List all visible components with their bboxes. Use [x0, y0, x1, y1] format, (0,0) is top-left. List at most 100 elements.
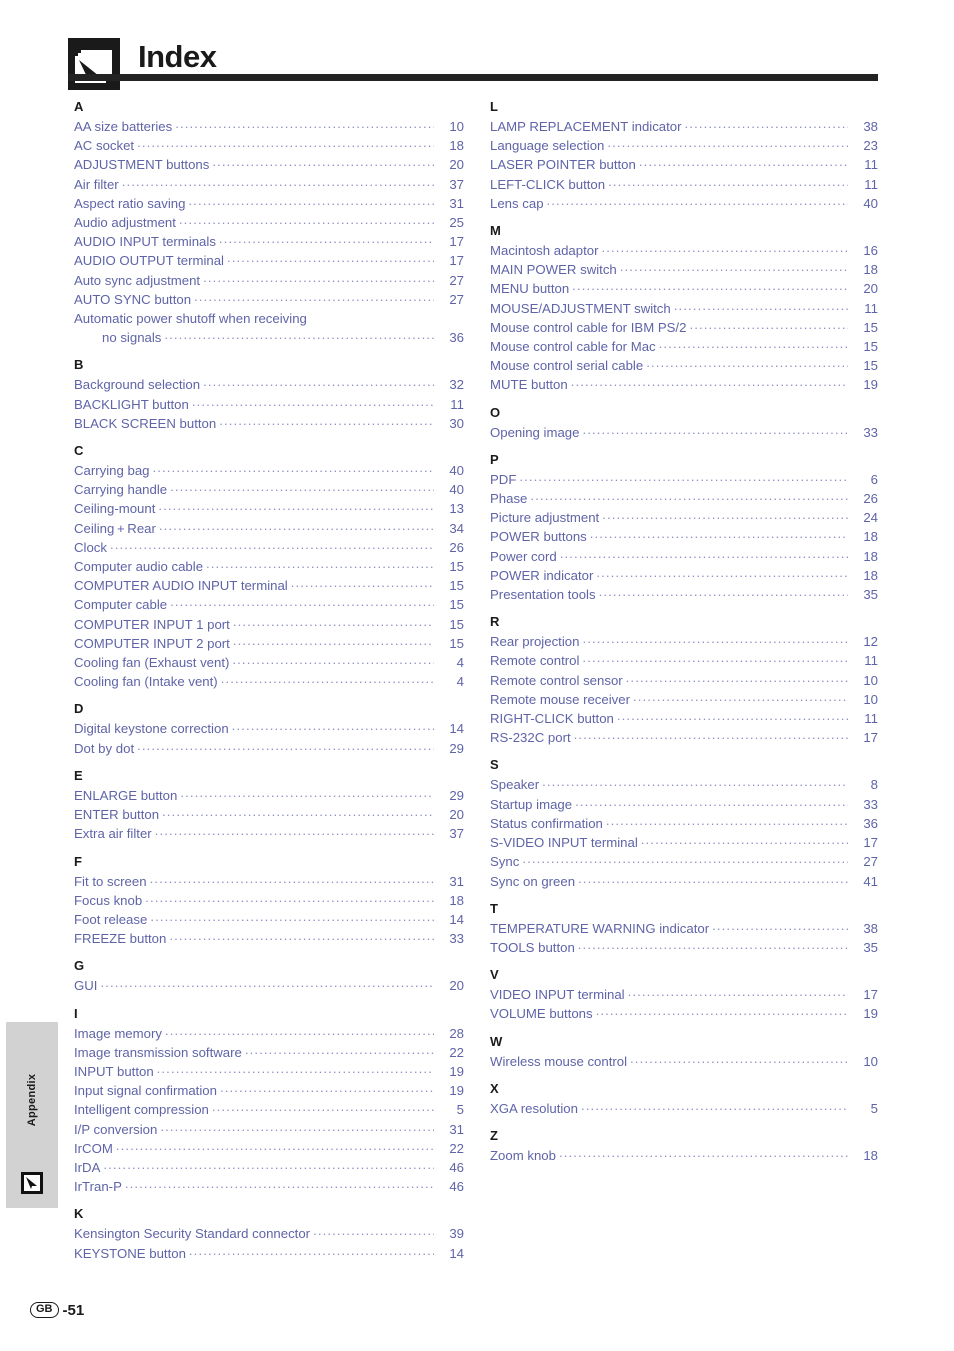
index-entry[interactable]: COMPUTER INPUT 2 port 15 [74, 634, 464, 653]
index-entry[interactable]: LEFT-CLICK button 11 [490, 175, 878, 194]
index-entry[interactable]: Aspect ratio saving 31 [74, 194, 464, 213]
index-entry[interactable]: Remote control sensor 10 [490, 671, 878, 690]
index-entry[interactable]: Mouse control serial cable 15 [490, 356, 878, 375]
index-entry[interactable]: Input signal confirmation 19 [74, 1081, 464, 1100]
index-entry[interactable]: MENU button 20 [490, 279, 878, 298]
index-entry[interactable]: Power cord 18 [490, 547, 878, 566]
index-entry[interactable]: Extra air filter 37 [74, 824, 464, 843]
index-entry-leader-dots [620, 260, 848, 274]
index-entry[interactable]: TEMPERATURE WARNING indicator 38 [490, 919, 878, 938]
index-entry-leader-dots [581, 1099, 848, 1113]
index-entry-leader-dots [578, 872, 848, 886]
index-entry[interactable]: Cooling fan (Exhaust vent) 4 [74, 653, 464, 672]
index-entry[interactable]: FREEZE button 33 [74, 929, 464, 948]
index-entry[interactable]: Fit to screen 31 [74, 872, 464, 891]
index-entry[interactable]: BLACK SCREEN button 30 [74, 414, 464, 433]
letter-heading: E [74, 767, 83, 783]
index-entry[interactable]: Language selection 23 [490, 136, 878, 155]
index-entry[interactable]: IrDA 46 [74, 1158, 464, 1177]
index-entry[interactable]: Image transmission software 22 [74, 1043, 464, 1062]
index-entry[interactable]: Foot release 14 [74, 910, 464, 929]
index-entry[interactable]: AUDIO INPUT terminals 17 [74, 232, 464, 251]
index-entry[interactable]: Zoom knob 18 [490, 1146, 878, 1165]
index-entry[interactable]: Dot by dot 29 [74, 739, 464, 758]
index-entry[interactable]: Automatic power shutoff when receiving [74, 309, 464, 328]
index-entry[interactable]: RS-232C port 17 [490, 728, 878, 747]
index-entry[interactable]: GUI 20 [74, 976, 464, 995]
index-entry[interactable]: Presentation tools 35 [490, 585, 878, 604]
index-entry-label: Startup image [490, 796, 573, 812]
index-entry[interactable]: Mouse control cable for IBM PS/2 15 [490, 318, 878, 337]
letter-heading: M [490, 223, 501, 239]
index-entry[interactable]: Lens cap 40 [490, 194, 878, 213]
appendix-side-tab[interactable]: Appendix [6, 1022, 58, 1208]
index-entry[interactable]: S-VIDEO INPUT terminal 17 [490, 833, 878, 852]
index-entry[interactable]: Macintosh adaptor 16 [490, 241, 878, 260]
index-entry[interactable]: Background selection 32 [74, 375, 464, 394]
index-entry[interactable]: BACKLIGHT button 11 [74, 395, 464, 414]
index-entry[interactable]: TOOLS button 35 [490, 938, 878, 957]
index-entry-page-number: 14 [449, 721, 464, 737]
index-entry[interactable]: Sync on green 41 [490, 872, 878, 891]
index-entry[interactable]: Mouse control cable for Mac 15 [490, 337, 878, 356]
index-entry[interactable]: Air filter 37 [74, 175, 464, 194]
index-entry[interactable]: ENLARGE button 29 [74, 786, 464, 805]
index-entry-label: Extra air filter [74, 826, 152, 842]
index-entry[interactable]: Speaker 8 [490, 775, 878, 794]
index-entry[interactable]: I/P conversion 31 [74, 1120, 464, 1139]
index-entry[interactable]: POWER buttons 18 [490, 527, 878, 546]
index-entry[interactable]: RIGHT-CLICK button 11 [490, 709, 878, 728]
index-entry[interactable]: Remote control 11 [490, 651, 878, 670]
index-entry[interactable]: AUTO SYNC button 27 [74, 290, 464, 309]
index-entry[interactable]: COMPUTER INPUT 1 port 15 [74, 615, 464, 634]
index-entry[interactable]: Sync 27 [490, 852, 878, 871]
index-entry[interactable]: KEYSTONE button 14 [74, 1244, 464, 1263]
index-entry[interactable]: Cooling fan (Intake vent) 4 [74, 672, 464, 691]
index-entry[interactable]: PDF 6 [490, 470, 878, 489]
letter-group: MMacintosh adaptor16MAIN POWER switch18M… [490, 224, 878, 395]
index-entry[interactable]: Carrying bag 40 [74, 461, 464, 480]
index-entry[interactable]: Computer cable 15 [74, 595, 464, 614]
index-entry[interactable]: POWER indicator 18 [490, 566, 878, 585]
index-entry[interactable]: LASER POINTER button 11 [490, 155, 878, 174]
index-entry-label: Remote control sensor [490, 672, 623, 688]
index-entry[interactable]: Rear projection 12 [490, 632, 878, 651]
index-entry[interactable]: Digital keystone correction 14 [74, 719, 464, 738]
index-entry-label: AC socket [74, 138, 135, 154]
index-entry[interactable]: Carrying handle 40 [74, 480, 464, 499]
index-entry[interactable]: Auto sync adjustment 27 [74, 271, 464, 290]
index-entry[interactable]: VIDEO INPUT terminal 17 [490, 985, 878, 1004]
index-entry[interactable]: Clock 26 [74, 538, 464, 557]
index-entry[interactable]: INPUT button 19 [74, 1062, 464, 1081]
index-entry[interactable]: VOLUME buttons 19 [490, 1004, 878, 1023]
index-entry[interactable]: Picture adjustment 24 [490, 508, 878, 527]
index-entry[interactable]: AUDIO OUTPUT terminal 17 [74, 251, 464, 270]
index-entry[interactable]: COMPUTER AUDIO INPUT terminal 15 [74, 576, 464, 595]
index-entry[interactable]: AA size batteries 10 [74, 117, 464, 136]
index-entry[interactable]: LAMP REPLACEMENT indicator 38 [490, 117, 878, 136]
index-entry[interactable]: ADJUSTMENT buttons 20 [74, 155, 464, 174]
index-entry[interactable]: MUTE button 19 [490, 375, 878, 394]
index-entry[interactable]: Opening image 33 [490, 423, 878, 442]
index-entry[interactable]: no signals 36 [74, 328, 464, 347]
index-entry[interactable]: MOUSE/ADJUSTMENT switch 11 [490, 299, 878, 318]
index-entry[interactable]: Kensington Security Standard connector 39 [74, 1224, 464, 1243]
index-entry[interactable]: MAIN POWER switch 18 [490, 260, 878, 279]
index-entry[interactable]: Wireless mouse control 10 [490, 1052, 878, 1071]
index-entry[interactable]: IrTran-P 46 [74, 1177, 464, 1196]
index-entry[interactable]: Status confirmation 36 [490, 814, 878, 833]
index-entry[interactable]: AC socket 18 [74, 136, 464, 155]
index-entry[interactable]: Ceiling + Rear 34 [74, 519, 464, 538]
index-entry[interactable]: Ceiling-mount 13 [74, 499, 464, 518]
index-entry[interactable]: Remote mouse receiver 10 [490, 690, 878, 709]
index-entry[interactable]: Startup image 33 [490, 795, 878, 814]
index-entry[interactable]: Image memory 28 [74, 1024, 464, 1043]
index-entry[interactable]: Audio adjustment 25 [74, 213, 464, 232]
index-entry[interactable]: ENTER button 20 [74, 805, 464, 824]
index-entry[interactable]: XGA resolution 5 [490, 1099, 878, 1118]
index-entry[interactable]: Focus knob 18 [74, 891, 464, 910]
index-entry[interactable]: Computer audio cable 15 [74, 557, 464, 576]
index-entry[interactable]: Phase 26 [490, 489, 878, 508]
index-entry[interactable]: IrCOM 22 [74, 1139, 464, 1158]
index-entry[interactable]: Intelligent compression 5 [74, 1100, 464, 1119]
